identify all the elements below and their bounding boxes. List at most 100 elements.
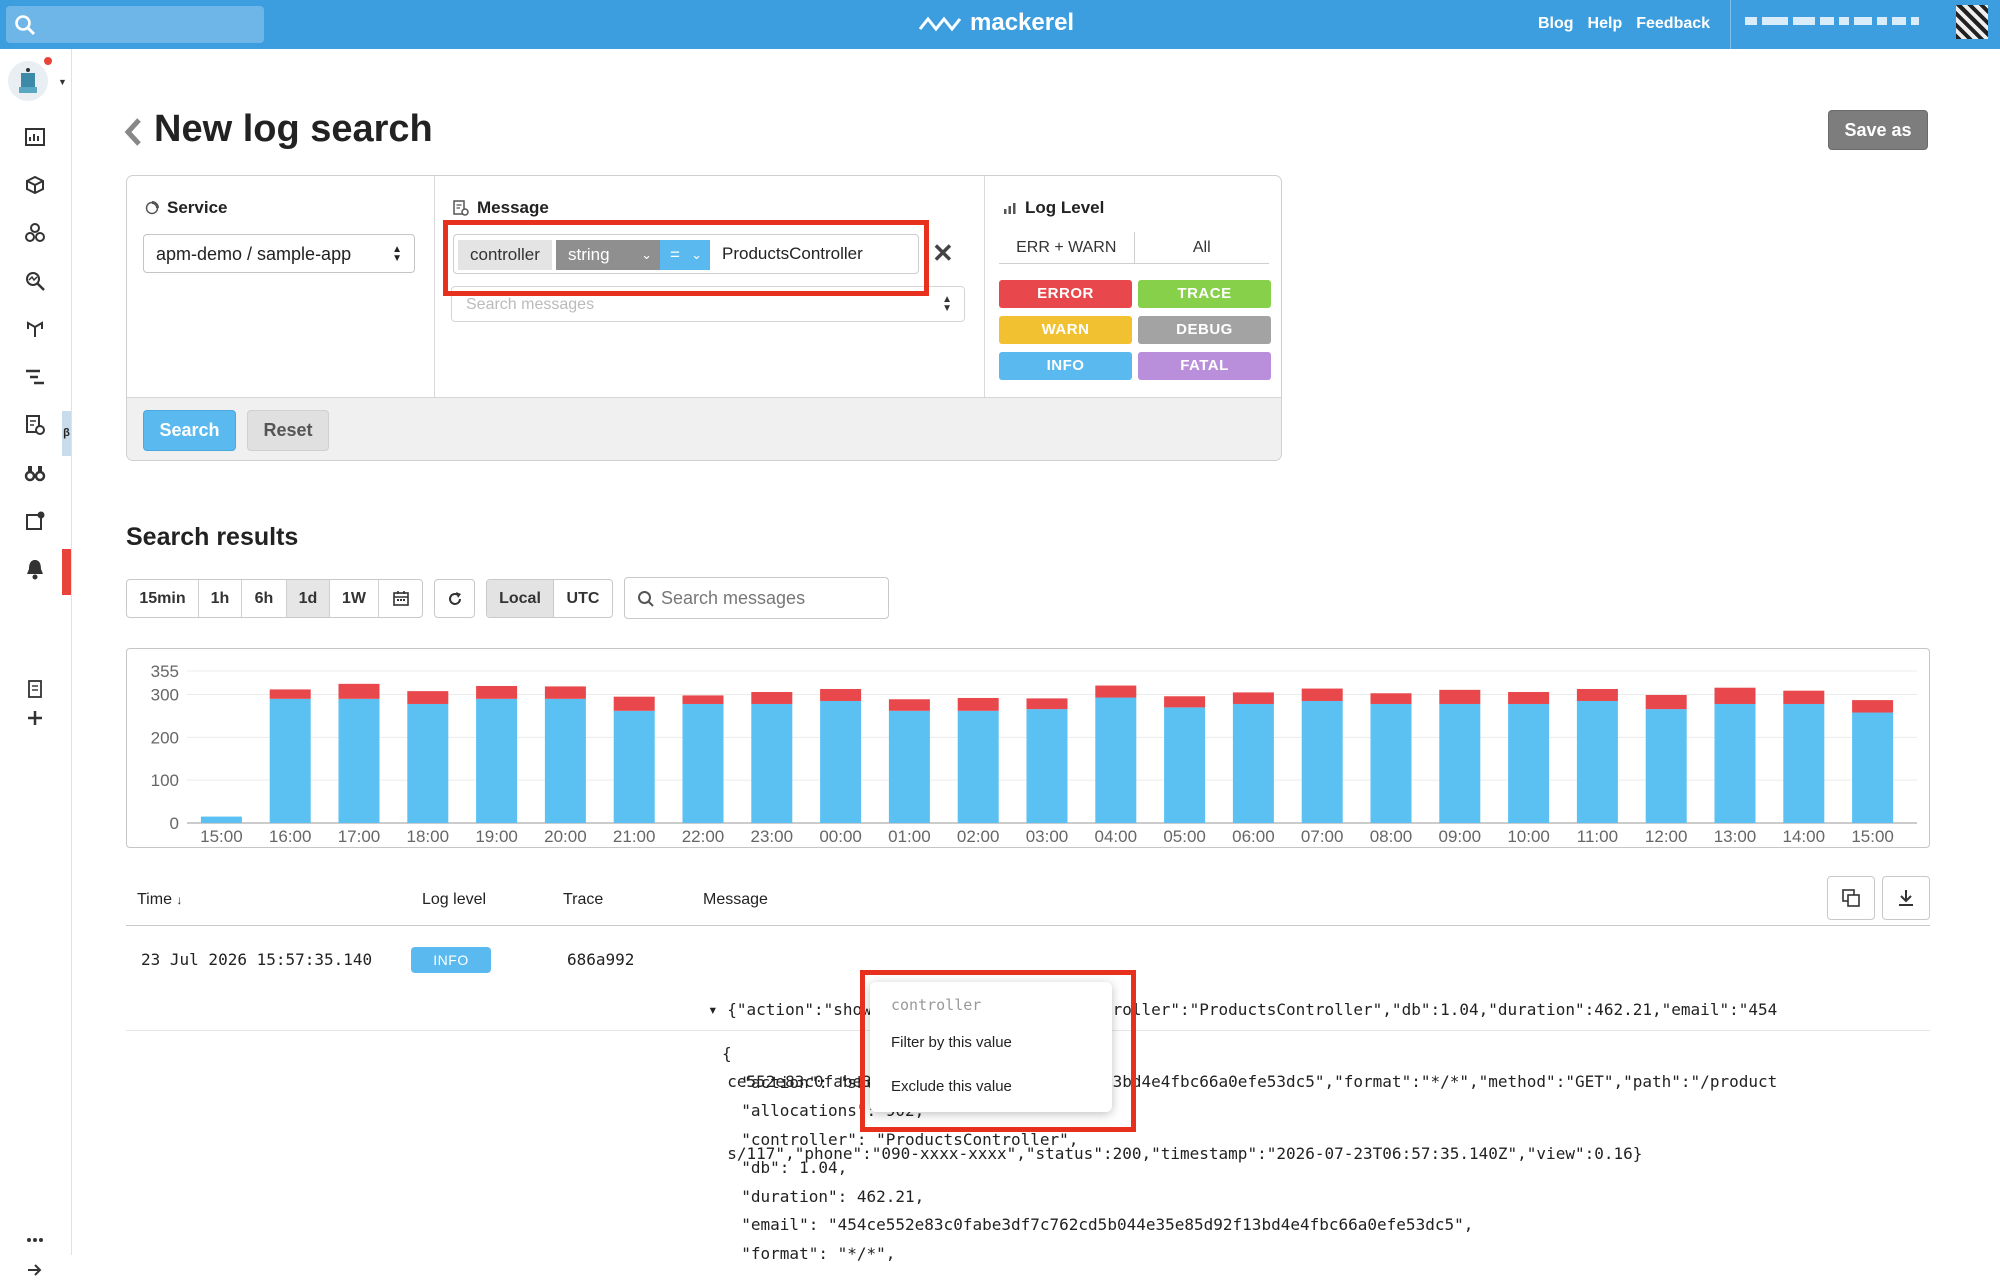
divider xyxy=(1730,0,1731,49)
calendar-icon xyxy=(392,591,409,606)
level-error-button[interactable]: ERROR xyxy=(999,280,1132,308)
refresh-icon xyxy=(448,591,461,605)
x-tick-label: 23:00 xyxy=(751,827,794,846)
x-tick-label: 06:00 xyxy=(1232,827,1275,846)
x-tick-label: 16:00 xyxy=(269,827,312,846)
log-level-label: Log Level xyxy=(1025,198,1105,217)
x-tick-label: 05:00 xyxy=(1163,827,1206,846)
results-title: Search results xyxy=(126,523,299,551)
timezone-group: Local UTC xyxy=(486,579,613,618)
trace-icon[interactable] xyxy=(20,362,50,392)
level-warn-button[interactable]: WARN xyxy=(999,316,1132,344)
sort-desc-icon: ↓ xyxy=(176,893,183,907)
download-button[interactable] xyxy=(1882,876,1930,920)
search-icon xyxy=(15,15,36,36)
bar-segment xyxy=(200,816,242,823)
bar-segment xyxy=(1852,712,1894,823)
col-time-label: Time xyxy=(137,891,172,908)
bar-segment xyxy=(1232,703,1274,823)
bar-segment xyxy=(1439,703,1481,823)
bar-segment xyxy=(751,691,793,704)
level-info-button[interactable]: INFO xyxy=(999,352,1132,380)
range-6h[interactable]: 6h xyxy=(242,580,287,617)
x-tick-label: 21:00 xyxy=(613,827,656,846)
service-select[interactable]: apm-demo / sample-app ▲ ▼ xyxy=(143,234,415,273)
level-debug-button[interactable]: DEBUG xyxy=(1138,316,1271,344)
reset-button[interactable]: Reset xyxy=(247,410,329,451)
results-search-input[interactable]: Search messages xyxy=(624,577,889,619)
x-tick-label: 00:00 xyxy=(819,827,862,846)
json-line[interactable]: "controller": "ProductsController", xyxy=(722,1130,1078,1149)
level-fatal-button[interactable]: FATAL xyxy=(1138,352,1271,380)
range-15min[interactable]: 15min xyxy=(127,580,199,617)
row-trace[interactable]: 686a992 xyxy=(567,950,634,969)
bar-chart-icon xyxy=(1004,203,1016,214)
add-icon[interactable] xyxy=(20,703,50,733)
results-search-placeholder: Search messages xyxy=(661,588,806,608)
x-tick-label: 17:00 xyxy=(338,827,381,846)
preset-all[interactable]: All xyxy=(1135,232,1270,263)
json-line: "duration": 462.21, xyxy=(722,1186,925,1206)
range-1d[interactable]: 1d xyxy=(287,580,330,617)
tz-local[interactable]: Local xyxy=(487,580,554,617)
search-icon[interactable] xyxy=(20,266,50,296)
dashboard-icon[interactable] xyxy=(20,122,50,152)
preset-err-warn[interactable]: ERR + WARN xyxy=(999,232,1135,263)
bar-segment xyxy=(1439,689,1481,704)
remove-filter-icon[interactable]: ✕ xyxy=(932,238,954,269)
calendar-button[interactable] xyxy=(379,580,422,617)
expand-icon[interactable] xyxy=(20,1255,50,1285)
organization-name[interactable] xyxy=(1745,17,1919,25)
x-tick-label: 22:00 xyxy=(682,827,725,846)
bar-segment xyxy=(1026,709,1068,823)
logs-icon[interactable] xyxy=(20,410,50,440)
x-tick-label: 10:00 xyxy=(1507,827,1550,846)
x-tick-label: 13:00 xyxy=(1714,827,1757,846)
x-tick-label: 09:00 xyxy=(1439,827,1482,846)
alerts-icon[interactable] xyxy=(20,554,50,584)
notification-dot xyxy=(42,55,54,67)
hosts-icon[interactable] xyxy=(20,170,50,200)
col-time[interactable]: Time ↓ xyxy=(137,891,182,909)
mackerel-logo-icon xyxy=(918,16,962,32)
save-as-button[interactable]: Save as xyxy=(1828,110,1928,150)
bar-segment xyxy=(1645,709,1687,823)
feedback-link[interactable]: Feedback xyxy=(1636,15,1710,33)
x-tick-label: 04:00 xyxy=(1095,827,1138,846)
chevron-down-icon[interactable]: ▼ xyxy=(58,77,67,87)
refresh-button[interactable] xyxy=(434,579,475,618)
range-1h[interactable]: 1h xyxy=(199,580,242,617)
services-icon[interactable] xyxy=(20,218,50,248)
back-chevron-icon[interactable] xyxy=(123,117,143,147)
bar-segment xyxy=(544,698,586,823)
bar-segment xyxy=(1783,703,1825,823)
bar-segment xyxy=(269,689,311,699)
download-icon xyxy=(1899,890,1913,906)
user-avatar[interactable] xyxy=(1956,5,1988,39)
x-tick-label: 12:00 xyxy=(1645,827,1688,846)
monitors-icon[interactable] xyxy=(20,458,50,488)
bar-segment xyxy=(1783,690,1825,704)
x-tick-label: 11:00 xyxy=(1577,827,1618,846)
search-button[interactable]: Search xyxy=(143,410,236,451)
docs-icon[interactable] xyxy=(20,674,50,704)
bar-segment xyxy=(682,695,724,704)
x-tick-label: 20:00 xyxy=(544,827,587,846)
apm-icon[interactable] xyxy=(20,314,50,344)
help-link[interactable]: Help xyxy=(1588,15,1623,33)
bar-segment xyxy=(1301,700,1343,823)
bar-segment xyxy=(476,698,518,823)
select-arrows-icon: ▲ ▼ xyxy=(942,294,952,314)
more-icon[interactable] xyxy=(20,1225,50,1255)
level-trace-button[interactable]: TRACE xyxy=(1138,280,1271,308)
copy-button[interactable] xyxy=(1827,876,1875,920)
org-avatar[interactable] xyxy=(8,55,54,101)
brand-logo[interactable]: mackerel xyxy=(918,9,1074,37)
range-1w[interactable]: 1W xyxy=(330,580,379,617)
notifications-icon[interactable] xyxy=(20,506,50,536)
tz-utc[interactable]: UTC xyxy=(554,580,612,617)
y-tick-label: 355 xyxy=(151,662,179,681)
global-search[interactable] xyxy=(6,6,264,43)
blog-link[interactable]: Blog xyxy=(1538,15,1574,33)
bar-segment xyxy=(1508,691,1550,704)
